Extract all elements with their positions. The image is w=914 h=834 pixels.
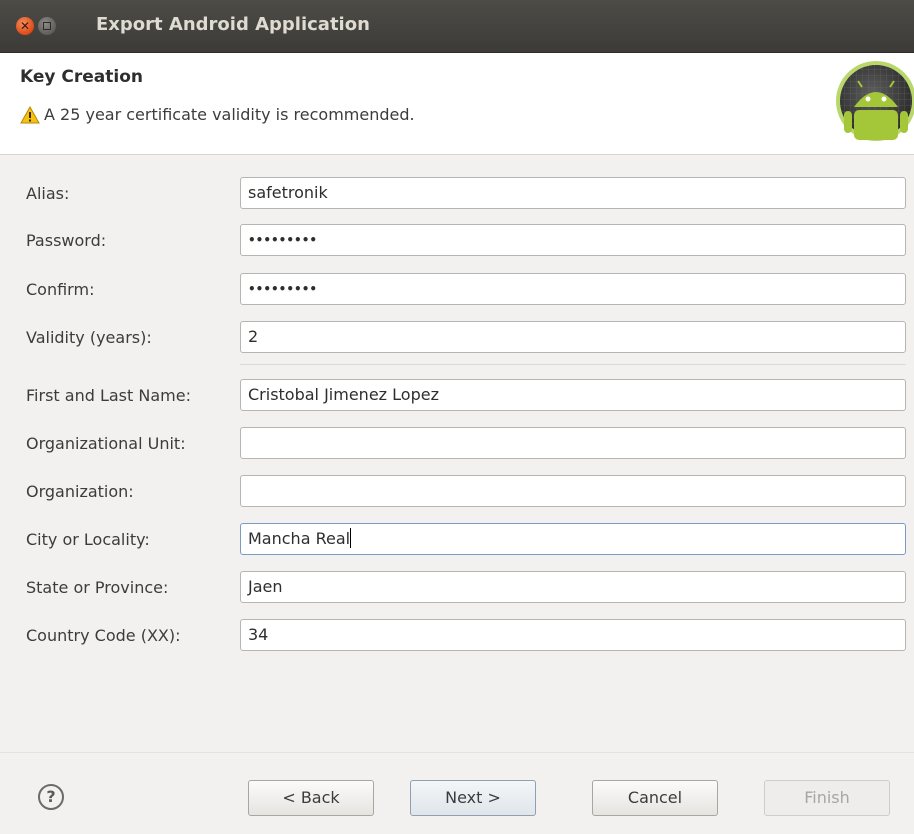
name-field[interactable]: Cristobal Jimenez Lopez [240, 379, 906, 411]
password-label: Password: [26, 231, 107, 250]
city-field[interactable]: Mancha Real [240, 523, 906, 555]
page-title: Key Creation [20, 67, 144, 87]
window-title: Export Android Application [96, 14, 370, 35]
close-icon[interactable]: ✕ [16, 17, 34, 35]
maximize-icon[interactable] [38, 17, 56, 35]
banner-message-text: A 25 year certificate validity is recomm… [44, 105, 415, 124]
next-button[interactable]: Next > [410, 780, 536, 816]
country-label: Country Code (XX): [26, 626, 181, 645]
name-label: First and Last Name: [26, 386, 191, 405]
android-logo-icon [836, 61, 914, 141]
wizard-banner: Key Creation A 25 year certificate valid… [0, 53, 914, 155]
alias-label: Alias: [26, 184, 70, 203]
org-unit-field[interactable] [240, 427, 906, 459]
cancel-button[interactable]: Cancel [592, 780, 718, 816]
validity-label: Validity (years): [26, 328, 152, 347]
finish-button[interactable]: Finish [764, 780, 890, 816]
separator [240, 364, 906, 365]
state-label: State or Province: [26, 578, 169, 597]
city-label: City or Locality: [26, 530, 150, 549]
city-value: Mancha Real [248, 529, 351, 548]
warning-icon [20, 105, 40, 123]
state-field[interactable]: Jaen [240, 571, 906, 603]
organization-field[interactable] [240, 475, 906, 507]
title-bar: ✕ Export Android Application [0, 0, 914, 53]
organization-label: Organization: [26, 482, 134, 501]
alias-field[interactable]: safetronik [240, 177, 906, 209]
country-field[interactable]: 34 [240, 619, 906, 651]
confirm-field[interactable]: ••••••••• [240, 273, 906, 305]
help-icon[interactable]: ? [38, 784, 64, 810]
org-unit-label: Organizational Unit: [26, 434, 186, 453]
password-field[interactable]: ••••••••• [240, 224, 906, 256]
validity-field[interactable]: 2 [240, 321, 906, 353]
banner-message: A 25 year certificate validity is recomm… [20, 105, 415, 124]
text-caret [350, 528, 352, 548]
footer-separator [0, 752, 914, 753]
confirm-label: Confirm: [26, 280, 95, 299]
back-button[interactable]: < Back [248, 780, 374, 816]
